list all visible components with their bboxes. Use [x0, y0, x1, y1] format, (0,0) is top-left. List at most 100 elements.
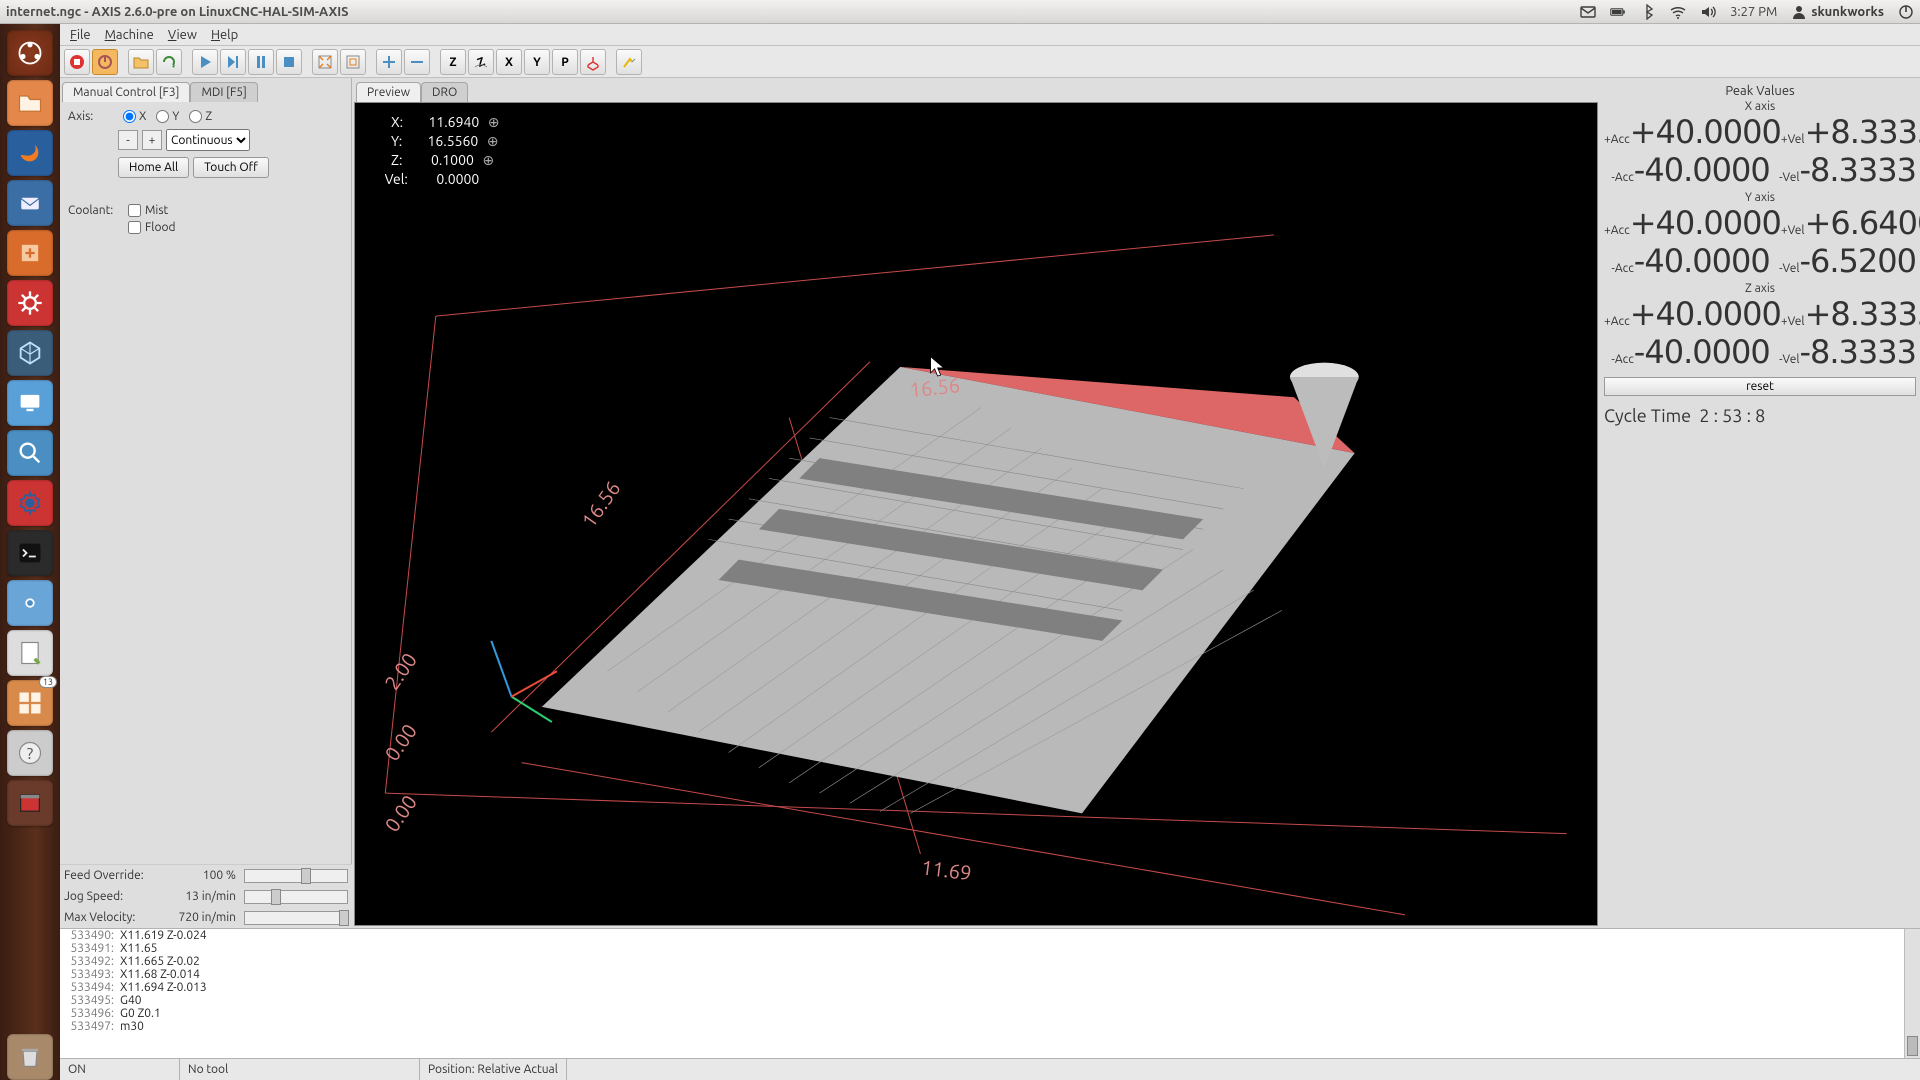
ubuntu-sw-icon[interactable]	[7, 230, 53, 276]
user-menu[interactable]: skunkworks	[1791, 4, 1884, 20]
jog-mode-select[interactable]: Continuous	[166, 129, 250, 151]
gcode-listing[interactable]: 533490: X11.619 Z-0.024533491: X11.65533…	[60, 928, 1920, 1058]
view-z-button[interactable]: Z	[440, 49, 466, 75]
battery-icon[interactable]	[1610, 4, 1626, 20]
open-file-button[interactable]	[128, 49, 154, 75]
status-tool: No tool	[180, 1059, 420, 1080]
gcode-line[interactable]: 533490: X11.619 Z-0.024	[60, 929, 1920, 942]
tab-preview[interactable]: Preview	[356, 82, 421, 102]
axis-x-radio[interactable]: X	[123, 110, 146, 123]
status-position: Position: Relative Actual	[420, 1059, 567, 1080]
svg-text:2.00: 2.00	[380, 648, 421, 693]
gcode-line[interactable]: 533493: X11.68 Z-0.014	[60, 968, 1920, 981]
coolant-label: Coolant:	[68, 204, 118, 217]
view-y-button[interactable]: Y	[524, 49, 550, 75]
view-x-button[interactable]: X	[496, 49, 522, 75]
svg-text:Y: Y	[533, 56, 541, 69]
view-iso-button[interactable]	[580, 49, 606, 75]
thunderbird-icon[interactable]	[7, 180, 53, 226]
tab-mdi[interactable]: MDI [F5]	[190, 82, 257, 102]
step-button[interactable]	[220, 49, 246, 75]
menu-machine[interactable]: Machine	[99, 26, 160, 44]
gear-icon[interactable]	[7, 480, 53, 526]
wifi-icon[interactable]	[1670, 4, 1686, 20]
gcode-scrollbar[interactable]	[1904, 929, 1920, 1058]
view-plus-button[interactable]	[376, 49, 402, 75]
statusbar: ON No tool Position: Relative Actual	[60, 1058, 1920, 1080]
touch-off-button[interactable]: Touch Off	[193, 157, 269, 178]
mist-checkbox[interactable]: Mist	[128, 204, 168, 217]
firefox-icon[interactable]	[7, 130, 53, 176]
svg-text:X: X	[505, 56, 513, 69]
toolbar: Z Z X Y P	[60, 46, 1920, 78]
status-on: ON	[60, 1059, 180, 1080]
left-panel: Manual Control [F3] MDI [F5] Axis: X Y Z…	[60, 78, 352, 928]
trash-icon[interactable]	[7, 1034, 53, 1080]
chromium-icon[interactable]	[7, 580, 53, 626]
tab-manual[interactable]: Manual Control [F3]	[62, 82, 190, 102]
gcode-line[interactable]: 533497: m30	[60, 1020, 1920, 1033]
search-icon[interactable]	[7, 430, 53, 476]
gcode-line[interactable]: 533494: X11.694 Z-0.013	[60, 981, 1920, 994]
power-button[interactable]	[92, 49, 118, 75]
stop-button[interactable]	[276, 49, 302, 75]
gcode-line[interactable]: 533492: X11.665 Z-0.02	[60, 955, 1920, 968]
menu-help[interactable]: Help	[205, 26, 244, 44]
svg-text:11.69: 11.69	[920, 855, 973, 884]
max-velocity-slider[interactable]: Max Velocity: 720 in/min	[60, 907, 352, 928]
view-minus-button[interactable]	[404, 49, 430, 75]
pause-button[interactable]	[248, 49, 274, 75]
workspaces-icon[interactable]: 13	[7, 680, 53, 726]
unity-launcher: 13 ?	[0, 24, 60, 1080]
svg-text:Z: Z	[476, 55, 487, 70]
tab-dro[interactable]: DRO	[421, 82, 468, 102]
run-button[interactable]	[192, 49, 218, 75]
jog-speed-slider[interactable]: Jog Speed: 13 in/min	[60, 886, 352, 907]
mail-icon[interactable]	[1580, 4, 1596, 20]
gcode-line[interactable]: 533496: G0 Z0.1	[60, 1007, 1920, 1020]
virtualbox-icon[interactable]	[7, 330, 53, 376]
axis-app: File Machine View Help Z Z X Y P	[60, 24, 1920, 1080]
gcode-line[interactable]: 533495: G40	[60, 994, 1920, 1007]
reload-button[interactable]	[156, 49, 182, 75]
bluetooth-icon[interactable]	[1640, 4, 1656, 20]
axis-z-radio[interactable]: Z	[189, 110, 212, 123]
flood-checkbox[interactable]: Flood	[128, 221, 176, 234]
os-titlebar: internet.ngc - AXIS 2.6.0-pre on LinuxCN…	[0, 0, 1920, 24]
3d-viewport[interactable]: X: 11.6940 ⊕ Y: 16.5560 ⊕ Z: 0.1000 ⊕ Ve…	[354, 102, 1598, 926]
svg-text:16.56: 16.56	[577, 477, 625, 532]
svg-text:?: ?	[27, 745, 33, 763]
help-icon[interactable]: ?	[7, 730, 53, 776]
volume-icon[interactable]	[1700, 4, 1716, 20]
remote-desktop-icon[interactable]	[7, 380, 53, 426]
gcode-line[interactable]: 533491: X11.65	[60, 942, 1920, 955]
system-tray: 3:27 PM skunkworks	[1580, 4, 1914, 20]
menu-view[interactable]: View	[162, 26, 203, 44]
dash-icon[interactable]	[7, 30, 53, 76]
view-rotated-button[interactable]: Z	[468, 49, 494, 75]
clear-plot-button[interactable]	[616, 49, 642, 75]
center-area: Preview DRO X: 11.6940 ⊕ Y: 16.5560 ⊕ Z:…	[352, 78, 1600, 928]
app-window-icon[interactable]	[7, 780, 53, 826]
text-editor-icon[interactable]	[7, 630, 53, 676]
settings-icon[interactable]	[7, 280, 53, 326]
svg-text:P: P	[561, 56, 569, 69]
home-all-button[interactable]: Home All	[118, 157, 189, 178]
jog-plus-button[interactable]: +	[142, 130, 162, 150]
power-icon[interactable]	[1898, 4, 1914, 20]
terminal-icon[interactable]	[7, 530, 53, 576]
view-p-button[interactable]: P	[552, 49, 578, 75]
estop-button[interactable]	[64, 49, 90, 75]
reset-button[interactable]: reset	[1604, 377, 1916, 396]
clock[interactable]: 3:27 PM	[1730, 5, 1777, 19]
svg-text:0.00: 0.00	[380, 791, 421, 836]
window-title: internet.ngc - AXIS 2.6.0-pre on LinuxCN…	[6, 5, 349, 19]
feed-override-slider[interactable]: Feed Override: 100 %	[60, 865, 352, 886]
axis-y-radio[interactable]: Y	[156, 110, 179, 123]
zoom-out-button[interactable]	[340, 49, 366, 75]
peak-values-panel: Peak Values X axis +Acc+40.0000+Vel+8.33…	[1600, 78, 1920, 928]
zoom-in-button[interactable]	[312, 49, 338, 75]
files-icon[interactable]	[7, 80, 53, 126]
jog-minus-button[interactable]: -	[118, 130, 138, 150]
menu-file[interactable]: File	[64, 26, 97, 44]
